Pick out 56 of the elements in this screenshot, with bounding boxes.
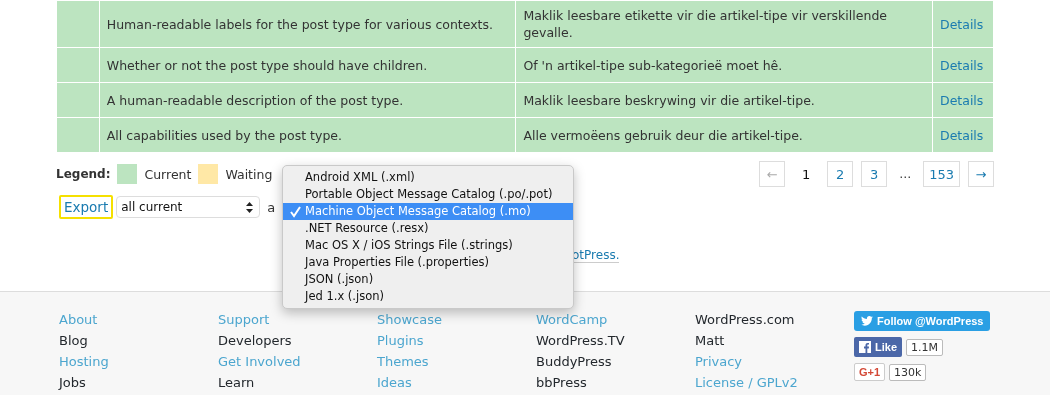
format-menu-item[interactable]: .NET Resource (.resx) xyxy=(283,220,573,237)
translation-cell: Of 'n artikel-tipe sub-kategorieë moet hê. xyxy=(515,47,933,83)
footer-link[interactable]: Hosting xyxy=(59,353,218,370)
page-link[interactable]: 2 xyxy=(827,161,854,187)
like-button[interactable]: Like xyxy=(854,337,902,357)
scope-select[interactable]: all current xyxy=(116,196,261,218)
updown-caret-icon xyxy=(246,201,254,213)
translation-cell: Maklik leesbare etikette vir die artikel-tipe vir verskillende gevalle. xyxy=(515,0,933,48)
original-text-cell: Whether or not the post type should have children. xyxy=(99,47,516,83)
footer-link[interactable]: WordCamp xyxy=(536,311,695,328)
footer-link[interactable]: Showcase xyxy=(377,311,536,328)
footer-link[interactable]: BuddyPress xyxy=(536,353,695,370)
footer-link[interactable]: Themes xyxy=(377,353,536,370)
legend-text: Current xyxy=(144,166,192,182)
format-menu-item[interactable]: Mac OS X / iOS Strings File (.strings) xyxy=(283,237,573,254)
export-button[interactable]: Export xyxy=(59,195,114,219)
like-count: 1.1M xyxy=(906,338,943,356)
next-page-button[interactable]: → xyxy=(968,161,994,187)
footer-link[interactable]: Ideas xyxy=(377,374,536,391)
footer-link[interactable]: Learn xyxy=(218,374,377,391)
format-menu-item[interactable]: Jed 1.x (.json) xyxy=(283,288,573,305)
as-label: a xyxy=(267,199,276,215)
footer-link[interactable]: Matt xyxy=(695,332,854,349)
legend-text: Waiting xyxy=(225,166,273,182)
page-link[interactable]: 153 xyxy=(923,161,960,187)
format-menu-item[interactable]: JSON (.json) xyxy=(283,271,573,288)
format-menu-item[interactable]: Android XML (.xml) xyxy=(283,169,573,186)
legend-label: Legend: xyxy=(56,167,111,181)
footer-link[interactable]: Privacy xyxy=(695,353,854,370)
plus-one-count: 130k xyxy=(889,363,927,381)
format-menu-item[interactable]: Java Properties File (.properties) xyxy=(283,254,573,271)
footer-link[interactable]: Blog xyxy=(59,332,218,349)
letter-f-icon xyxy=(859,341,871,353)
footer-link[interactable]: About xyxy=(59,311,218,328)
translation-cell: Maklik leesbare beskrywing vir die artikel-tipe. xyxy=(515,82,933,118)
footer-link[interactable]: WordPress.com xyxy=(695,311,854,328)
footer-link[interactable]: bbPress xyxy=(536,374,695,391)
footer-link[interactable]: License / GPLv2 xyxy=(695,374,854,391)
original-text-cell: A human-readable description of the post type. xyxy=(99,82,516,118)
format-menu-item[interactable]: Machine Object Message Catalog (.mo) xyxy=(283,203,573,220)
footer-link[interactable]: Jobs xyxy=(59,374,218,391)
bird-icon xyxy=(861,316,873,326)
footer-link[interactable]: Get Involved xyxy=(218,353,377,370)
page-link[interactable]: 3 xyxy=(861,161,888,187)
footer-link[interactable]: Plugins xyxy=(377,332,536,349)
plus-one-button[interactable]: G+1 xyxy=(854,363,886,381)
page-link[interactable]: 1 xyxy=(793,161,820,187)
footer-link[interactable]: WordPress.TV xyxy=(536,332,695,349)
format-menu-item[interactable]: Portable Object Message Catalog (.po/.pot) xyxy=(283,186,573,203)
pagination-ellipsis: … xyxy=(898,167,913,181)
footer-link[interactable]: Support xyxy=(218,311,377,328)
follow-button[interactable]: Follow @WordPress xyxy=(854,311,991,331)
original-text-cell: All capabilities used by the post type. xyxy=(99,117,516,153)
footer-link[interactable]: Developers xyxy=(218,332,377,349)
translation-cell: Alle vermoëens gebruik deur die artikel-tipe. xyxy=(515,117,933,153)
original-text-cell: Human-readable labels for the post type for various contexts. xyxy=(99,0,516,48)
